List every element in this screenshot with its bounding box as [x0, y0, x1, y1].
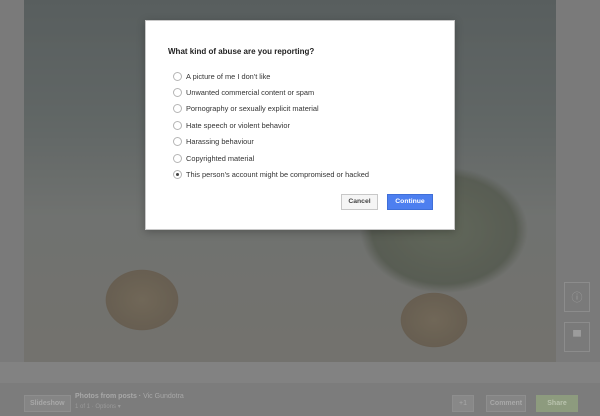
- option-account-compromised[interactable]: This person's account might be compromis…: [173, 166, 369, 182]
- radio-button[interactable]: [173, 153, 182, 163]
- option-spam[interactable]: Unwanted commercial content or spam: [173, 84, 369, 100]
- chevron-down-icon[interactable]: ▾: [118, 404, 121, 410]
- right-controls: ⓘ ▀: [564, 282, 590, 362]
- abuse-options: A picture of me I don't like Unwanted co…: [173, 68, 369, 183]
- option-pornography[interactable]: Pornography or sexually explicit materia…: [173, 101, 369, 117]
- radio-button-selected[interactable]: [173, 170, 182, 180]
- plus-one-button[interactable]: +1: [452, 395, 474, 412]
- radio-button[interactable]: [173, 104, 182, 114]
- option-label[interactable]: Hate speech or violent behavior: [186, 121, 290, 130]
- option-copyrighted[interactable]: Copyrighted material: [173, 150, 369, 166]
- album-subline: 1 of 1 · Options ▾: [75, 403, 184, 410]
- option-label[interactable]: Copyrighted material: [186, 154, 254, 163]
- info-icon[interactable]: ⓘ: [564, 282, 590, 312]
- continue-button[interactable]: Continue: [387, 194, 433, 210]
- radio-button[interactable]: [173, 120, 182, 130]
- radio-button[interactable]: [173, 71, 182, 81]
- option-picture-of-me[interactable]: A picture of me I don't like: [173, 68, 369, 84]
- comment-button[interactable]: Comment: [486, 395, 526, 412]
- option-label[interactable]: Unwanted commercial content or spam: [186, 88, 314, 97]
- album-info: Photos from posts · Vic Gundotra 1 of 1 …: [75, 393, 184, 410]
- option-label[interactable]: Pornography or sexually explicit materia…: [186, 104, 319, 113]
- option-label[interactable]: A picture of me I don't like: [186, 72, 270, 81]
- cancel-button[interactable]: Cancel: [341, 194, 378, 210]
- option-hate-speech[interactable]: Hate speech or violent behavior: [173, 117, 369, 133]
- share-button[interactable]: Share: [536, 395, 578, 412]
- slideshow-button[interactable]: Slideshow: [24, 395, 71, 412]
- comment-icon[interactable]: ▀: [564, 322, 590, 352]
- report-abuse-dialog: What kind of abuse are you reporting? A …: [145, 20, 455, 230]
- lightbox-bottom-bar: Slideshow Photos from posts · Vic Gundot…: [0, 383, 600, 416]
- album-author[interactable]: Vic Gundotra: [143, 393, 184, 400]
- album-position: 1 of 1: [75, 404, 91, 410]
- option-harassing[interactable]: Harassing behaviour: [173, 134, 369, 150]
- dialog-title: What kind of abuse are you reporting?: [168, 47, 315, 56]
- album-title[interactable]: Photos from posts: [75, 393, 137, 400]
- option-label[interactable]: Harassing behaviour: [186, 137, 254, 146]
- radio-button[interactable]: [173, 137, 182, 147]
- option-label[interactable]: This person's account might be compromis…: [186, 170, 369, 179]
- album-title-line: Photos from posts · Vic Gundotra: [75, 393, 184, 400]
- radio-button[interactable]: [173, 88, 182, 98]
- options-link[interactable]: Options: [95, 404, 116, 410]
